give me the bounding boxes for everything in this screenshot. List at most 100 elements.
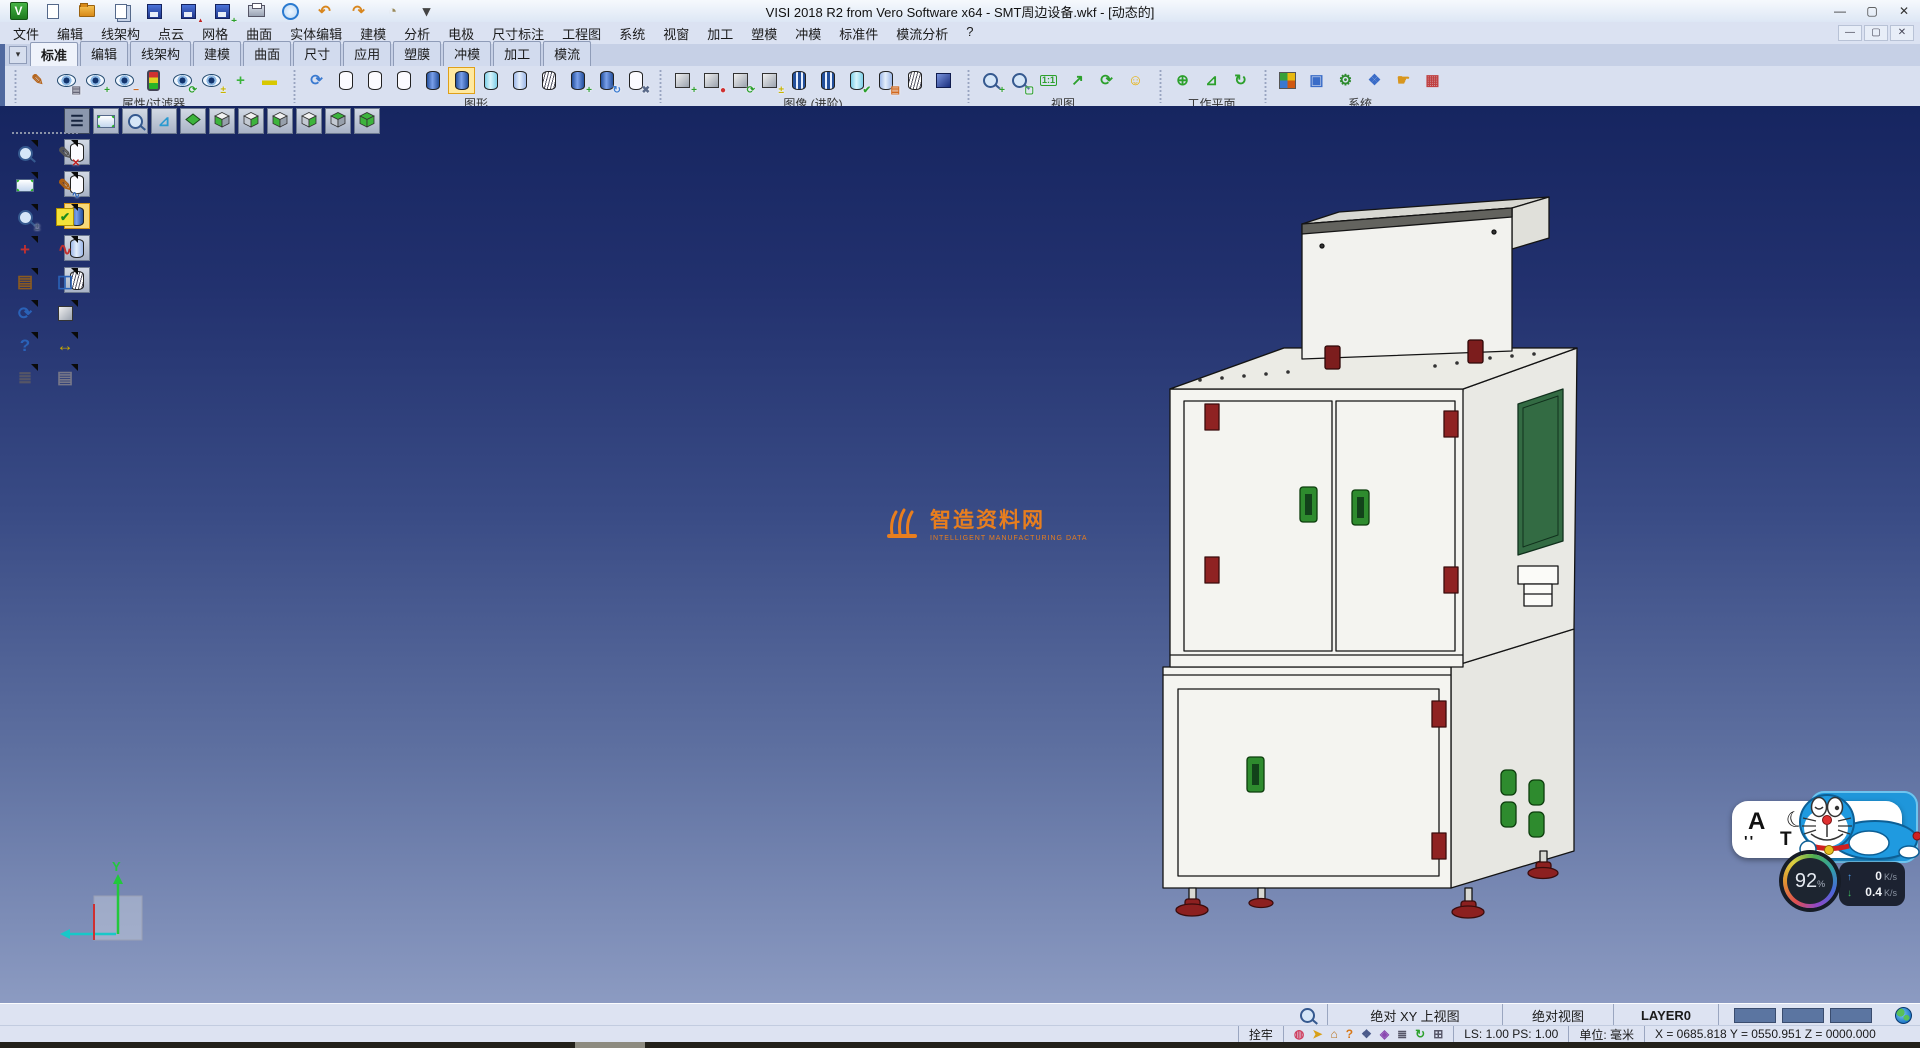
active-layer-indicator[interactable]: LAYER0 [1613,1004,1718,1026]
doc-restore-button[interactable]: ▢ [1864,25,1888,41]
tab-塑膜[interactable]: 塑膜 [393,41,441,66]
workplane-origin-icon-button[interactable]: ⊕ [1169,67,1196,94]
ucs-axis-icon-button[interactable]: + [12,236,38,262]
view-top-icon-button[interactable] [180,108,206,134]
view-right-icon-button[interactable] [296,108,322,134]
status-cube-icon[interactable]: ❖ [1361,1028,1372,1040]
shaded-edges-cylinder-icon-button[interactable] [448,67,475,94]
menu-item-冲模[interactable]: 冲模 [786,22,830,45]
view-iso-back-icon-button[interactable] [354,108,380,134]
zoom-select-icon-button[interactable] [12,140,38,166]
status-pointer-icon[interactable]: ➤ [1312,1028,1322,1040]
tab-线架构[interactable]: 线架构 [130,41,191,66]
tab-应用[interactable]: 应用 [343,41,391,66]
dashed-cylinder-icon-button[interactable] [390,67,417,94]
zoom-orbit-icon-button[interactable] [122,108,148,134]
zoom-plus-icon-button[interactable]: + [977,67,1004,94]
window-panes-icon-button[interactable]: ◫ [52,268,78,294]
confirm-checkbox-icon-button[interactable]: ✔ [52,204,78,230]
layer-swatch-1[interactable] [1734,1008,1776,1023]
canvas-menu-icon-button[interactable]: ☰ [64,108,90,134]
fit-view-icon-button[interactable] [12,172,38,198]
view-face-icon-button[interactable]: ☺ [1122,67,1149,94]
maximize-button[interactable]: ▢ [1856,0,1888,22]
show-all-icon-button[interactable]: + [227,67,254,94]
scale-1-1-icon-button[interactable]: 1:1 [1035,67,1062,94]
tab-建模[interactable]: 建模 [193,41,241,66]
edit-curve-icon-button[interactable]: ∿ [52,236,78,262]
view-left-icon-button[interactable] [267,108,293,134]
status-grid-icon[interactable]: ⊞ [1433,1028,1443,1040]
cylinder-update-icon-button[interactable]: ↻ [593,67,620,94]
tab-加工[interactable]: 加工 [493,41,541,66]
modify-attributes-icon-button[interactable]: ✎ [24,67,51,94]
shaded-cube-icon-button[interactable] [930,67,957,94]
transparent-cylinder-icon-button[interactable] [477,67,504,94]
status-record-icon[interactable]: ◍ [1294,1028,1304,1040]
network-speed-widget[interactable]: ↑ 0 K/s ↓ 0.4 K/s [1839,862,1905,906]
ghost-cylinder-icon-button[interactable] [506,67,533,94]
hide-all-icon-button[interactable]: ▬ [256,67,283,94]
menu-item-标准件[interactable]: 标准件 [830,22,887,45]
workplane-align-icon-button[interactable]: ⊿ [1198,67,1225,94]
views-refresh-icon-button[interactable]: ⟳ [727,67,754,94]
views-toggle-icon-button[interactable]: ± [756,67,783,94]
menu-item-模流分析[interactable]: 模流分析 [887,22,957,45]
selection-hand-icon-button[interactable]: ☛ [1390,67,1417,94]
tab-overflow-caret[interactable]: ▾ [9,46,27,64]
layer-books-icon-button[interactable]: ▤ [12,268,38,294]
show-entities-icon-button[interactable]: + [82,67,109,94]
mesh-grid-icon-button[interactable]: ▦ [1419,67,1446,94]
refresh-visibility-icon-button[interactable]: ⟳ [169,67,196,94]
doc-minimize-button[interactable]: — [1838,25,1862,41]
statusbar-search[interactable] [1288,1004,1327,1026]
tab-曲面[interactable]: 曲面 [243,41,291,66]
cylinder-settings-icon-button[interactable]: ✖ [622,67,649,94]
note-page-icon-button[interactable]: ▤ [52,364,78,390]
measure-distance-icon-button[interactable]: ↔ [52,332,78,358]
help-query-icon-button[interactable]: ? [12,332,38,358]
tab-模流[interactable]: 模流 [543,41,591,66]
status-prism-icon[interactable]: ◈ [1380,1028,1389,1040]
workplane-rotate-icon-button[interactable]: ↻ [1227,67,1254,94]
window-config-icon-button[interactable]: ❖ [1361,67,1388,94]
wireframe-cylinder-icon-button[interactable] [332,67,359,94]
cylinder-report-icon-button[interactable]: ▤ [872,67,899,94]
view-back-icon-button[interactable] [238,108,264,134]
network-status[interactable] [1887,1004,1920,1026]
refresh-view-icon-button[interactable]: ⟳ [12,300,38,326]
pan-view-icon-button[interactable]: ↗ [1064,67,1091,94]
wire-cylinder-icon-button[interactable] [901,67,928,94]
color-palette-icon-button[interactable] [1274,67,1301,94]
views-filter-icon-button[interactable]: ● [698,67,725,94]
regenerate-icon-button[interactable]: ⟳ [303,67,330,94]
menu-item-视窗[interactable]: 视窗 [654,22,698,45]
validate-cylinder-icon-button[interactable]: ✔ [843,67,870,94]
status-help-icon[interactable]: ? [1346,1028,1353,1040]
view-mode-indicator[interactable]: 绝对 XY 上视图 [1327,1004,1502,1026]
tab-标准[interactable]: 标准 [30,42,78,67]
snap-lock-label[interactable]: 拴牢 [1238,1026,1283,1042]
image-settings-icon-button[interactable]: ▣ [1303,67,1330,94]
shade-cube-icon-button[interactable] [52,300,78,326]
memory-percent-badge[interactable]: 92 % [1783,854,1837,908]
striped-cylinder-icon-button[interactable] [785,67,812,94]
tab-尺寸[interactable]: 尺寸 [293,41,341,66]
view-iso-icon-button[interactable] [325,108,351,134]
shaded-plane-icon-button[interactable] [93,108,119,134]
absolute-view-indicator[interactable]: 绝对视图 [1502,1004,1613,1026]
layer-swatch-3[interactable] [1830,1008,1872,1023]
triad-view-icon-button[interactable]: ⊿ [151,108,177,134]
menu-item-加工[interactable]: 加工 [698,22,742,45]
sketch-spline-icon-button[interactable]: ✎∿ [52,172,78,198]
view-front-icon-button[interactable] [209,108,235,134]
filter-traffic-light-icon-button[interactable] [140,67,167,94]
menu-item-塑模[interactable]: 塑模 [742,22,786,45]
system-settings-icon-button[interactable]: ⚙ [1332,67,1359,94]
status-home-icon[interactable]: ⌂ [1330,1028,1337,1040]
menu-item-系统[interactable]: 系统 [610,22,654,45]
rotate-view-icon-button[interactable]: ⟳ [1093,67,1120,94]
views-add-icon-button[interactable]: + [669,67,696,94]
status-list-icon[interactable]: ≣ [1397,1028,1407,1040]
tab-编辑[interactable]: 编辑 [80,41,128,66]
